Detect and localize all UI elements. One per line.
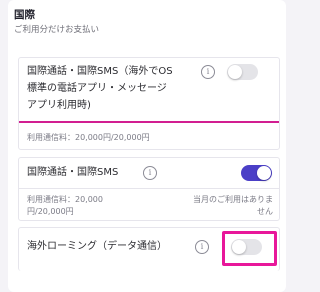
row-label-line: 国際通話・国際SMS（海外でOS	[27, 66, 173, 77]
toggle-knob	[228, 65, 242, 79]
intl-call-sms-toggle[interactable]	[241, 165, 272, 181]
usage-note-line: せん	[257, 207, 273, 216]
intl-call-sms-row: 国際通話・国際SMS i 利用通信料：20,000 円/20,000円 当月のご…	[18, 157, 280, 221]
usage-bar	[19, 121, 279, 123]
highlight-box	[222, 231, 277, 266]
usage-text-line: 利用通信料：20,000	[27, 195, 103, 204]
intl-call-sms-os-toggle[interactable]	[227, 64, 258, 80]
usage-text: 利用通信料：20,000円/20,000円	[27, 133, 150, 142]
row-label: 海外ローミング（データ通信）	[27, 241, 167, 252]
row-label-line: アプリ利用時)	[27, 100, 91, 111]
usage-text-line: 円/20,000円	[27, 207, 74, 216]
row-label: 国際通話・国際SMS	[27, 167, 119, 178]
info-icon[interactable]: i	[143, 166, 157, 180]
row-divider	[19, 188, 279, 189]
section-title: 国際	[14, 9, 35, 21]
info-icon[interactable]: i	[195, 240, 209, 254]
usage-note-line: 当月のご利用はありま	[193, 195, 273, 204]
intl-call-sms-os-row: 国際通話・国際SMS（海外でOS 標準の電話アプリ・メッセージ アプリ利用時) …	[18, 57, 280, 150]
row-label-line: 標準の電話アプリ・メッセージ	[27, 83, 167, 94]
toggle-knob	[257, 166, 271, 180]
section-subtitle: ご利用分だけお支払い	[14, 25, 100, 35]
info-icon[interactable]: i	[201, 65, 215, 79]
